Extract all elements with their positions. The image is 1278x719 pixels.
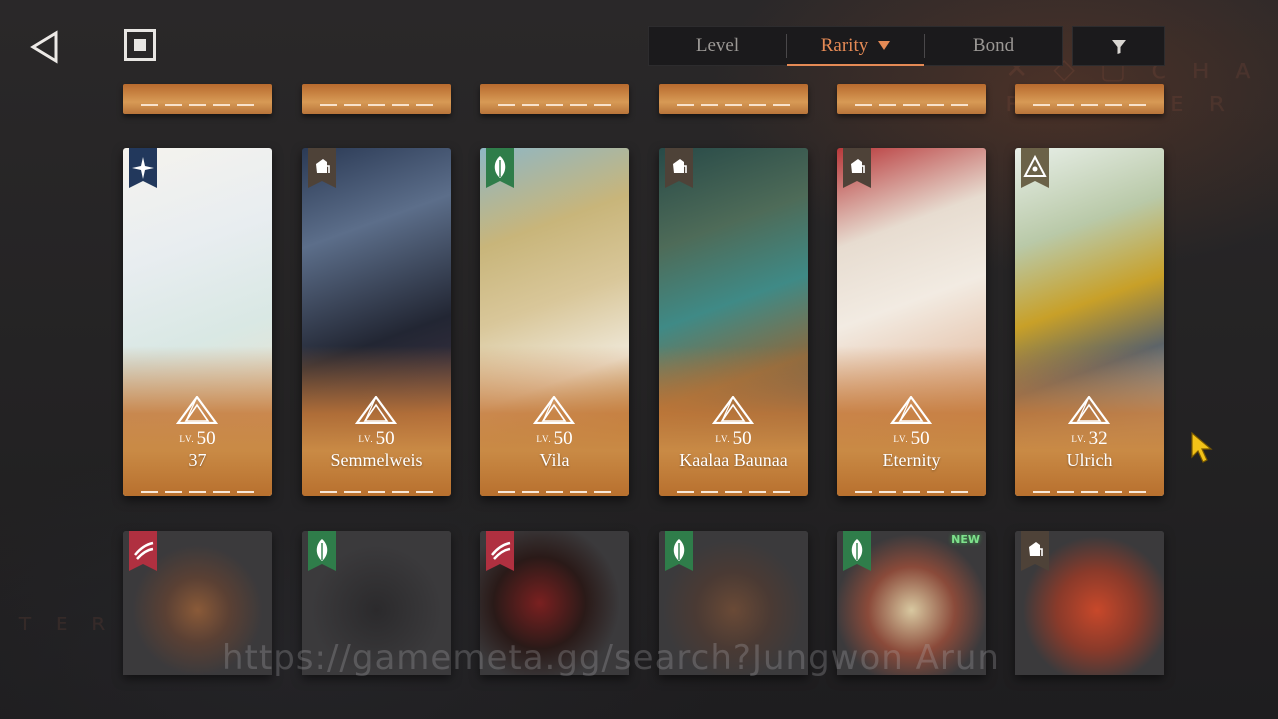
character-card[interactable]: LV. 50 Semmelweis	[302, 148, 451, 496]
sort-tab-label: Level	[695, 35, 740, 56]
class-badge	[486, 148, 514, 188]
level-value: 50	[910, 428, 930, 449]
character-name: 37	[188, 450, 207, 470]
class-badge	[665, 531, 693, 571]
character-card-partial[interactable]	[123, 84, 272, 114]
level-prefix: LV.	[1071, 434, 1087, 444]
character-name: Kaalaa Baunaa	[679, 450, 788, 470]
class-badge	[486, 531, 514, 571]
character-card-partial[interactable]	[302, 84, 451, 114]
level-prefix: LV.	[536, 434, 552, 444]
level-value: 50	[375, 428, 395, 449]
new-badge: NEW	[951, 533, 980, 546]
class-badge	[843, 531, 871, 571]
progress-dashes	[320, 491, 433, 493]
character-card-partial[interactable]	[1015, 84, 1164, 114]
class-badge	[308, 531, 336, 571]
rarity-emblem-icon	[712, 396, 754, 424]
character-card[interactable]	[1015, 531, 1164, 675]
stop-square-icon[interactable]	[124, 29, 156, 61]
watermark: https://gamemeta.gg/search?Jungwon Arun	[222, 638, 1000, 678]
class-badge	[308, 148, 336, 188]
class-badge	[129, 531, 157, 571]
filter-funnel-icon	[1112, 40, 1126, 54]
class-badge	[129, 148, 157, 188]
progress-dashes	[1033, 491, 1146, 493]
level-prefix: LV.	[893, 434, 909, 444]
class-badge	[1021, 148, 1049, 188]
level-value: 50	[553, 428, 573, 449]
progress-dashes	[498, 491, 611, 493]
character-card[interactable]: LV. 50 Eternity	[837, 148, 986, 496]
sort-tab-level[interactable]: Level	[649, 27, 786, 65]
level-prefix: LV.	[358, 434, 374, 444]
sort-tab-label: Rarity	[820, 35, 869, 56]
rarity-emblem-icon	[533, 396, 575, 424]
rarity-emblem-icon	[890, 396, 932, 424]
character-card-partial[interactable]	[480, 84, 629, 114]
progress-dashes	[677, 491, 790, 493]
character-card-partial[interactable]	[837, 84, 986, 114]
level-value: 50	[732, 428, 752, 449]
character-card[interactable]: LV. 32 Ulrich	[1015, 148, 1164, 496]
level-readout: LV. 50	[659, 428, 808, 450]
level-readout: LV. 50	[837, 428, 986, 450]
class-badge	[1021, 531, 1049, 571]
rarity-emblem-icon	[355, 396, 397, 424]
class-badge	[843, 148, 871, 188]
rarity-emblem-icon	[176, 396, 218, 424]
class-badge	[665, 148, 693, 188]
level-readout: LV. 32	[1015, 428, 1164, 450]
sort-bar: Level Rarity Bond	[648, 26, 1063, 66]
character-card-partial[interactable]	[659, 84, 808, 114]
sort-tab-label: Bond	[972, 35, 1015, 56]
character-card[interactable]: LV. 50 Vila	[480, 148, 629, 496]
level-value: 50	[196, 428, 216, 449]
level-readout: LV. 50	[123, 428, 272, 450]
level-readout: LV. 50	[302, 428, 451, 450]
filter-button[interactable]	[1072, 26, 1165, 66]
level-value: 32	[1088, 428, 1108, 449]
rarity-emblem-icon	[1068, 396, 1110, 424]
character-card[interactable]: LV. 50 Kaalaa Baunaa	[659, 148, 808, 496]
character-name: Ulrich	[1066, 450, 1113, 470]
progress-dashes	[855, 491, 968, 493]
back-arrow-icon[interactable]	[28, 30, 62, 64]
character-name: Semmelweis	[330, 450, 423, 470]
level-readout: LV. 50	[480, 428, 629, 450]
character-card[interactable]: LV. 50 37	[123, 148, 272, 496]
sort-tab-bond[interactable]: Bond	[925, 27, 1062, 65]
character-name: Eternity	[882, 450, 941, 470]
level-prefix: LV.	[179, 434, 195, 444]
progress-dashes	[141, 491, 254, 493]
character-name: Vila	[539, 450, 570, 470]
mouse-cursor-icon	[1190, 431, 1216, 470]
level-prefix: LV.	[715, 434, 731, 444]
caret-down-icon	[878, 41, 891, 50]
sort-tab-rarity[interactable]: Rarity	[787, 27, 924, 66]
